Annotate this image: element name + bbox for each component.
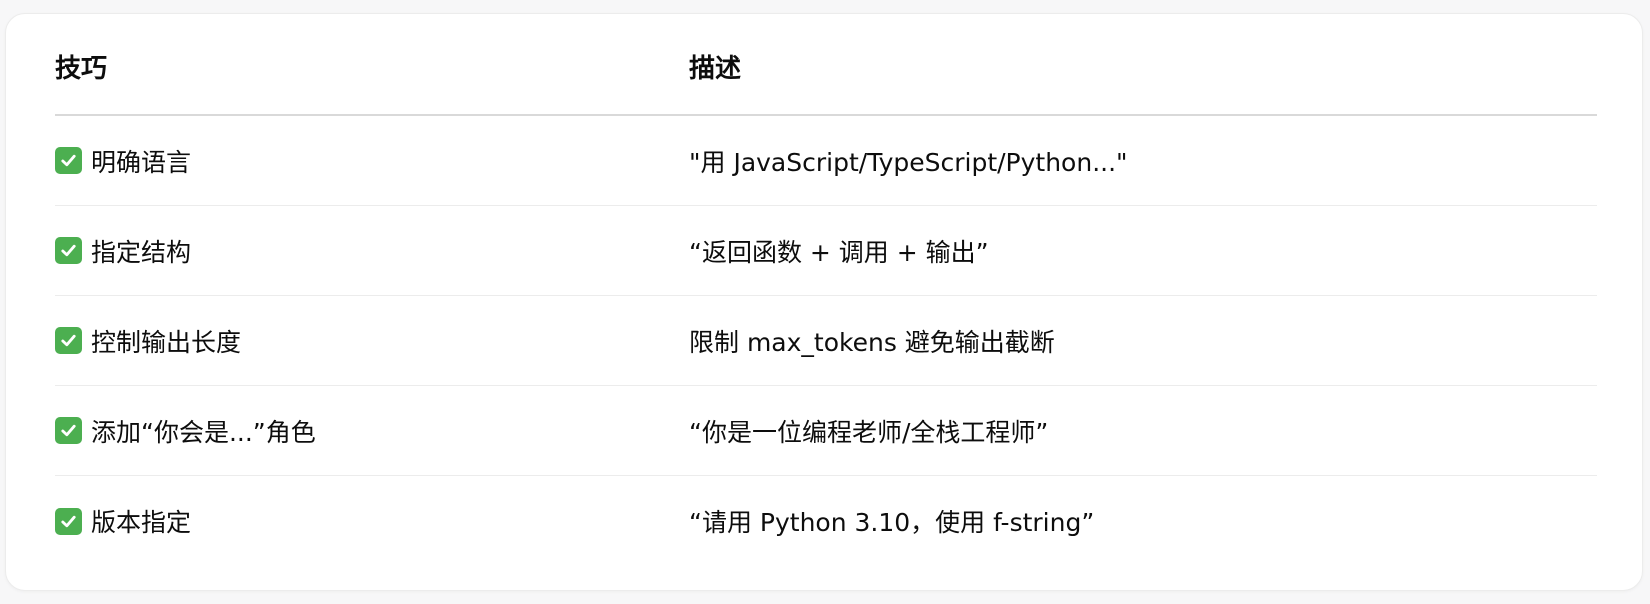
technique-label: 添加“你会是...”角色 — [91, 417, 316, 447]
table-card: 技巧 描述 明确语言 "用 JavaScript/TypeScript/Pyth… — [5, 13, 1643, 591]
table-row: 控制输出长度 限制 max_tokens 避免输出截断 — [55, 296, 1597, 386]
description-cell: “请用 Python 3.10，使用 f-string” — [689, 508, 1095, 537]
description-cell: “返回函数 + 调用 + 输出” — [689, 237, 989, 267]
description-cell: "用 JavaScript/TypeScript/Python..." — [689, 147, 1128, 177]
technique-cell: 控制输出长度 — [55, 323, 689, 359]
technique-cell: 版本指定 — [55, 503, 689, 539]
check-mark-icon — [55, 507, 82, 535]
table-row: 版本指定 “请用 Python 3.10，使用 f-string” — [55, 476, 1597, 566]
header-technique: 技巧 — [55, 53, 108, 84]
technique-label: 明确语言 — [91, 147, 192, 177]
technique-cell: 指定结构 — [55, 233, 689, 269]
technique-cell: 添加“你会是...”角色 — [55, 413, 689, 449]
tips-table: 技巧 描述 明确语言 "用 JavaScript/TypeScript/Pyth… — [55, 14, 1597, 566]
technique-label: 版本指定 — [91, 508, 192, 537]
check-mark-icon — [55, 327, 82, 354]
description-cell: 限制 max_tokens 避免输出截断 — [689, 327, 1055, 357]
check-mark-icon — [55, 237, 82, 264]
table-row: 指定结构 “返回函数 + 调用 + 输出” — [55, 206, 1597, 296]
technique-label: 控制输出长度 — [91, 327, 242, 357]
check-mark-icon — [55, 417, 82, 444]
check-mark-icon — [55, 147, 82, 174]
description-cell: “你是一位编程老师/全栈工程师” — [689, 417, 1049, 447]
technique-cell: 明确语言 — [55, 143, 689, 179]
header-description: 描述 — [689, 53, 742, 84]
technique-label: 指定结构 — [91, 237, 192, 267]
table-row: 添加“你会是...”角色 “你是一位编程老师/全栈工程师” — [55, 386, 1597, 476]
table-row: 明确语言 "用 JavaScript/TypeScript/Python..." — [55, 116, 1597, 206]
table-header-row: 技巧 描述 — [55, 14, 1597, 116]
